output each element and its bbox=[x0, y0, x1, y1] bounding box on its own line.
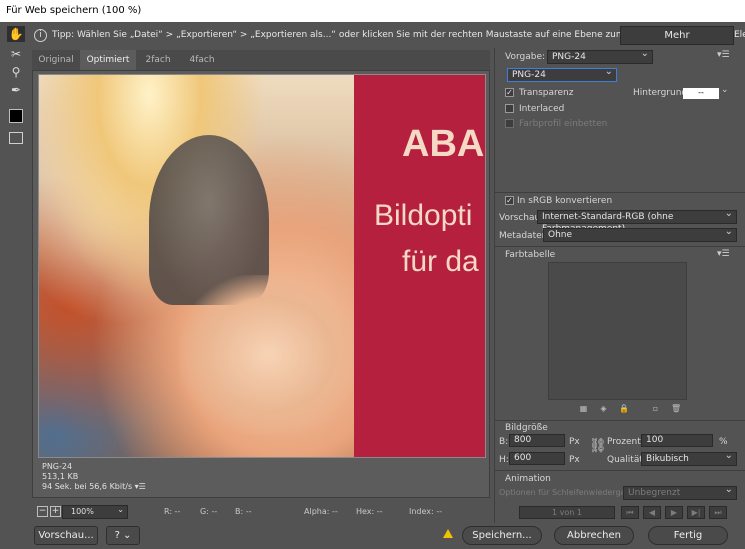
embed-profile-checkbox bbox=[505, 119, 514, 128]
first-frame-icon: ⏮ bbox=[621, 506, 639, 519]
banner-panel: ABA Bildopti für da bbox=[354, 75, 485, 457]
background-color[interactable]: -- bbox=[683, 88, 719, 99]
done-button[interactable]: Fertig bbox=[648, 526, 728, 545]
zoom-select[interactable]: 100% ⌄ bbox=[62, 505, 128, 519]
readout-alpha: Alpha: -- bbox=[304, 507, 338, 516]
readout-g: G: -- bbox=[200, 507, 218, 516]
loop-select: Unbegrenzt bbox=[623, 484, 737, 500]
eyedropper-icon[interactable]: ✒ bbox=[7, 82, 25, 98]
hand-icon[interactable]: ✋ bbox=[7, 26, 25, 42]
last-frame-icon: ⏭ bbox=[709, 506, 727, 519]
preview-image[interactable]: ABA Bildopti für da bbox=[38, 74, 486, 458]
photo-stacked-hands bbox=[179, 275, 359, 435]
image-size-title: Bildgröße bbox=[505, 423, 548, 433]
transparency-label: Transparenz bbox=[519, 88, 574, 98]
banner-line-2: Bildopti bbox=[374, 199, 473, 232]
frame-counter: 1 von 1 bbox=[519, 506, 615, 519]
settings-panel: Vorgabe: PNG-24 ▾☰ PNG-24 ✓ Transparenz … bbox=[494, 48, 745, 523]
info-icon: i bbox=[34, 29, 47, 42]
image-format: PNG-24 bbox=[42, 462, 73, 471]
delete-color-icon[interactable]: 🗑 bbox=[671, 404, 681, 413]
srgb-label: In sRGB konvertieren bbox=[517, 196, 613, 206]
zoom-icon[interactable]: ⚲ bbox=[7, 64, 25, 80]
tab-2up[interactable]: 2fach bbox=[136, 50, 180, 70]
interlaced-checkbox[interactable] bbox=[505, 104, 514, 113]
width-unit: Px bbox=[569, 437, 580, 447]
transparency-checkbox[interactable]: ✓ bbox=[505, 88, 514, 97]
readout-index: Index: -- bbox=[409, 507, 443, 516]
toggle-slices-icon[interactable] bbox=[9, 132, 23, 144]
lock-color-icon[interactable]: 🔒 bbox=[619, 404, 629, 413]
metadata-select[interactable]: Ohne bbox=[543, 226, 737, 242]
chevron-down-icon[interactable]: ⌄ bbox=[721, 85, 729, 95]
format-select[interactable]: PNG-24 bbox=[507, 66, 617, 82]
color-swatch[interactable] bbox=[9, 109, 23, 123]
preset-label: Vorgabe: bbox=[505, 52, 546, 62]
tab-original[interactable]: Original bbox=[32, 50, 80, 70]
animation-title: Animation bbox=[505, 474, 551, 484]
help-button[interactable]: ? ⌄ bbox=[106, 526, 140, 545]
preview-profile-select[interactable]: Internet-Standard-RGB (ohne Farbmanageme… bbox=[537, 208, 737, 234]
next-frame-icon: ▶| bbox=[687, 506, 705, 519]
tab-4up[interactable]: 4fach bbox=[180, 50, 224, 70]
banner-line-3: für da bbox=[402, 245, 479, 278]
loop-label: Optionen für Schleifenwiedergabe: bbox=[499, 488, 639, 497]
play-icon: ▶ bbox=[665, 506, 683, 519]
preset-select[interactable]: PNG-24 bbox=[547, 48, 653, 64]
height-label: H: bbox=[499, 455, 509, 465]
color-table-menu-icon[interactable]: ▾☰ bbox=[717, 249, 730, 259]
prev-frame-icon: ◀ bbox=[643, 506, 661, 519]
background-label: Hintergrund: bbox=[633, 88, 691, 98]
quality-select[interactable]: Bikubisch bbox=[641, 450, 737, 466]
interlaced-label: Interlaced bbox=[519, 104, 565, 114]
panel-menu-icon[interactable]: ▾☰ bbox=[717, 50, 730, 60]
download-time-text: 94 Sek. bei 56,6 Kbit/s bbox=[42, 482, 133, 491]
menu-icon[interactable]: ▾☰ bbox=[135, 482, 146, 491]
banner-headline: ABA bbox=[402, 123, 485, 165]
link-icon[interactable]: ⛓ bbox=[589, 438, 607, 454]
cancel-button[interactable]: Abbrechen bbox=[554, 526, 634, 545]
chevron-down-icon: ⌄ bbox=[117, 505, 124, 514]
map-color-icon[interactable]: ▦ bbox=[579, 404, 588, 413]
percent-label: Prozent: bbox=[607, 437, 644, 447]
zoom-out-button[interactable]: − bbox=[37, 506, 48, 517]
more-button[interactable]: Mehr bbox=[620, 26, 734, 45]
status-bar: − + 100% ⌄ R: -- G: -- B: -- Alpha: -- He… bbox=[32, 505, 490, 520]
percent-input[interactable]: 100 bbox=[641, 434, 713, 447]
web-shift-icon[interactable]: ◈ bbox=[599, 404, 608, 413]
readout-b: B: -- bbox=[235, 507, 252, 516]
image-info: PNG-24 513,1 KB 94 Sek. bei 56,6 Kbit/s … bbox=[42, 462, 146, 492]
color-table[interactable] bbox=[548, 262, 687, 400]
readout-r: R: -- bbox=[164, 507, 181, 516]
slice-select-icon[interactable]: ✂ bbox=[7, 46, 25, 62]
srgb-checkbox[interactable]: ✓ bbox=[505, 196, 514, 205]
window-title: Für Web speichern (100 %) bbox=[0, 0, 745, 22]
height-unit: Px bbox=[569, 455, 580, 465]
hint-bar: i Tipp: Wählen Sie „Datei“ > „Exportiere… bbox=[30, 24, 745, 48]
width-input[interactable]: 800 bbox=[509, 434, 565, 447]
warning-icon bbox=[443, 529, 453, 538]
percent-unit: % bbox=[719, 437, 728, 447]
toolbox: ✋ ✂ ⚲ ✒ bbox=[0, 22, 30, 322]
tab-optimized[interactable]: Optimiert bbox=[80, 50, 136, 70]
view-tabs: Original Optimiert 2fach 4fach bbox=[32, 50, 490, 70]
image-filesize: 513,1 KB bbox=[42, 472, 79, 481]
download-time[interactable]: 94 Sek. bei 56,6 Kbit/s ▾☰ bbox=[42, 482, 146, 492]
color-table-title: Farbtabelle bbox=[505, 250, 556, 260]
width-label: B: bbox=[499, 437, 509, 447]
preview-button[interactable]: Vorschau... bbox=[34, 526, 98, 545]
zoom-value: 100% bbox=[71, 507, 94, 516]
photo-hands bbox=[39, 75, 359, 457]
help-icon: ? bbox=[114, 530, 120, 541]
height-input[interactable]: 600 bbox=[509, 452, 565, 465]
embed-profile-label: Farbprofil einbetten bbox=[519, 119, 608, 129]
new-color-icon[interactable]: ▫ bbox=[651, 404, 660, 413]
zoom-in-button[interactable]: + bbox=[50, 506, 61, 517]
readout-hex: Hex: -- bbox=[356, 507, 383, 516]
save-button[interactable]: Speichern... bbox=[462, 526, 542, 545]
